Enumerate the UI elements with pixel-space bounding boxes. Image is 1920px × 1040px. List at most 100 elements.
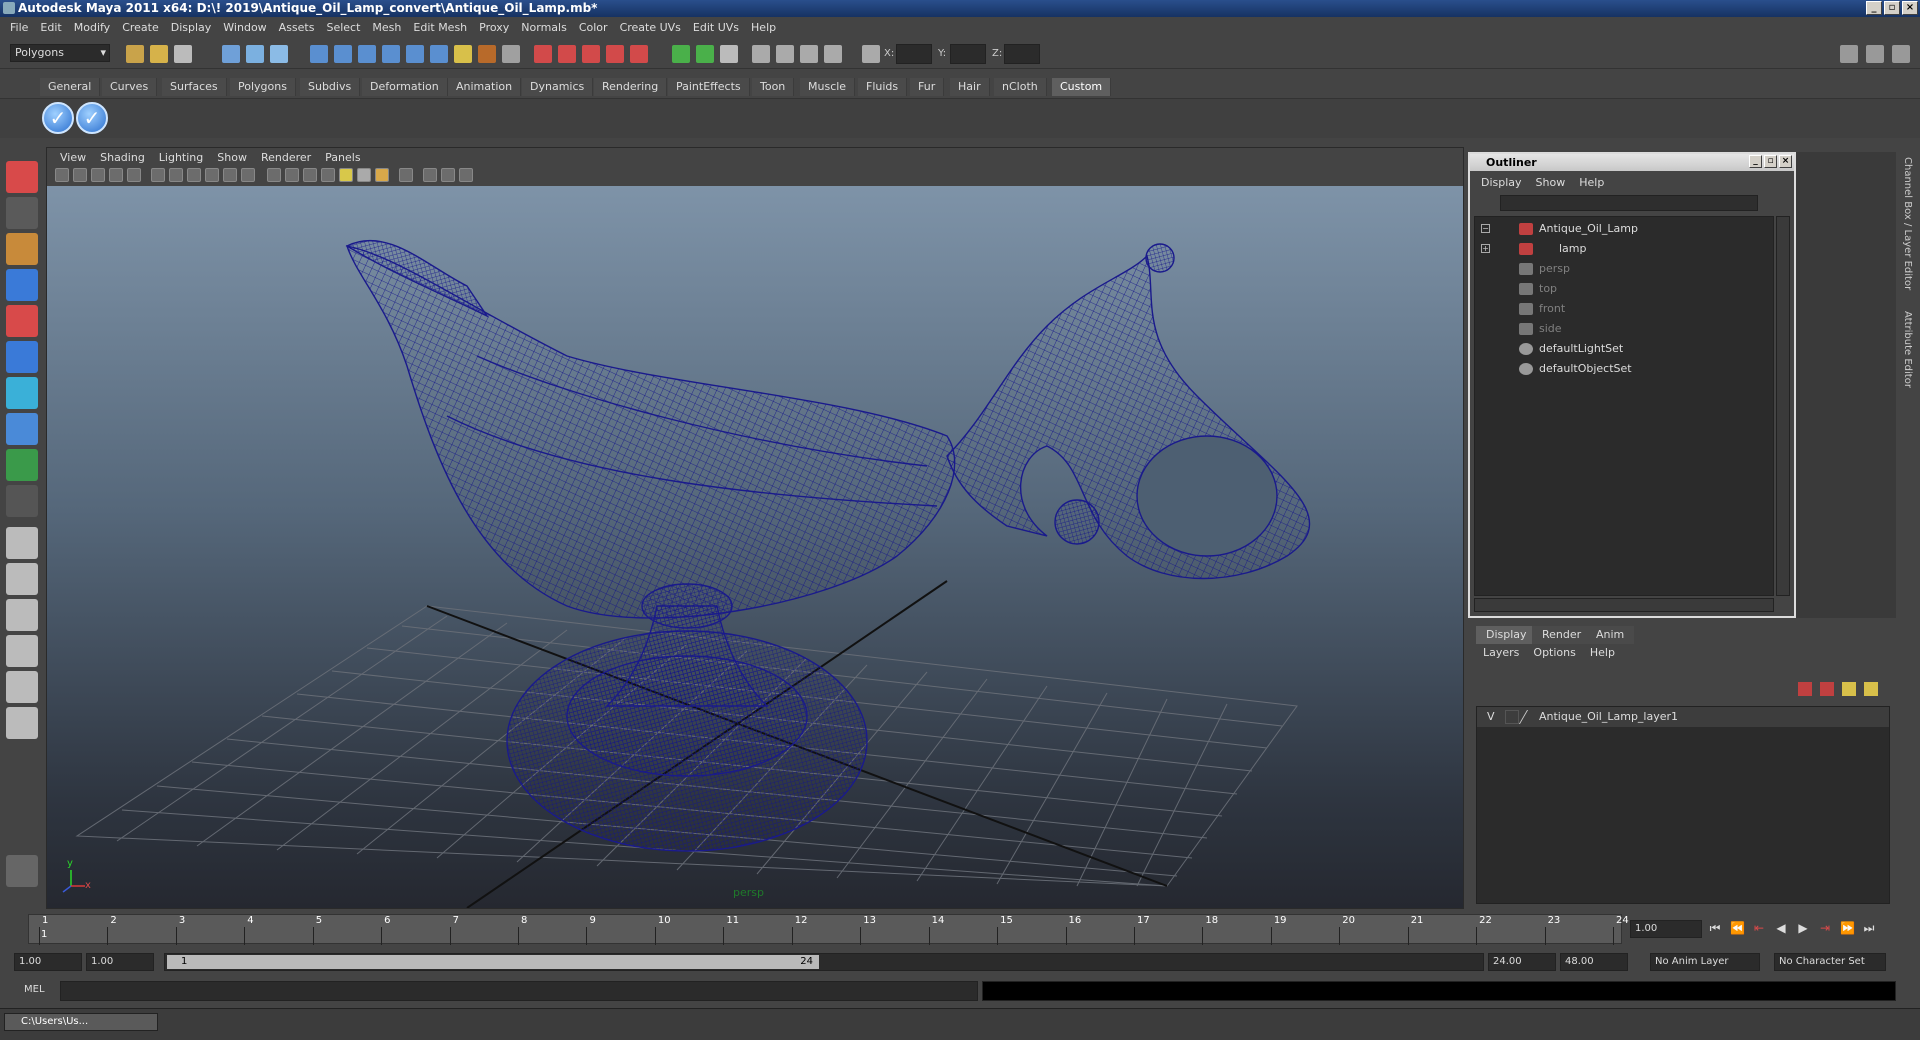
persp-outliner-layout-icon[interactable]: [6, 599, 38, 631]
character-set-dropdown[interactable]: No Character Set: [1774, 953, 1886, 971]
play-forwards-icon[interactable]: ▶: [1796, 921, 1810, 935]
range-bar[interactable]: 1 24: [164, 953, 1484, 971]
soft-mod-tool-icon[interactable]: [6, 413, 38, 445]
attribute-toggle-icon[interactable]: [1892, 45, 1910, 63]
absolute-transform-icon[interactable]: [862, 45, 880, 63]
bookmark-icon[interactable]: [91, 168, 105, 182]
outliner-item[interactable]: front: [1475, 299, 1773, 319]
layer-menu-help[interactable]: Help: [1583, 646, 1622, 659]
shelf-tab-polygons[interactable]: Polygons: [230, 78, 296, 96]
shelf-tab-curves[interactable]: Curves: [102, 78, 158, 96]
layer-move-down-icon[interactable]: [1864, 682, 1878, 696]
layout-toggle-icon[interactable]: [1840, 45, 1858, 63]
menu-normals[interactable]: Normals: [515, 21, 573, 34]
outliner-item[interactable]: defaultLightSet: [1475, 339, 1773, 359]
default-light-icon[interactable]: [339, 168, 353, 182]
select-camera-icon[interactable]: [55, 168, 69, 182]
step-forward-key-icon[interactable]: ⇥: [1818, 921, 1832, 935]
shelf-tab-general[interactable]: General: [40, 78, 101, 96]
outliner-item[interactable]: − Antique_Oil_Lamp: [1475, 219, 1773, 239]
close-button[interactable]: ×: [1902, 1, 1918, 15]
command-input[interactable]: [60, 981, 978, 1001]
z-field[interactable]: [1004, 44, 1040, 64]
depth-of-field-icon[interactable]: [375, 168, 389, 182]
animation-end-field[interactable]: 48.00: [1560, 953, 1628, 971]
outliner-menu-show[interactable]: Show: [1529, 176, 1573, 189]
shelf-tab-surfaces[interactable]: Surfaces: [162, 78, 227, 96]
play-backwards-icon[interactable]: ◀: [1774, 921, 1788, 935]
expand-toggle[interactable]: +: [1481, 244, 1490, 253]
image-plane-icon[interactable]: [109, 168, 123, 182]
select-by-hierarchy-icon[interactable]: [222, 45, 240, 63]
vp-menu-view[interactable]: View: [53, 151, 93, 164]
shelf-tab-fur[interactable]: Fur: [910, 78, 945, 96]
shaded-wire-icon[interactable]: [187, 168, 201, 182]
move-tool-icon[interactable]: [6, 269, 38, 301]
show-hide-icon[interactable]: [672, 45, 690, 63]
xform-icon[interactable]: [752, 45, 770, 63]
wireframe-icon[interactable]: [151, 168, 165, 182]
shelf-tab-animation[interactable]: Animation: [448, 78, 522, 96]
menu-display[interactable]: Display: [165, 21, 218, 34]
snap-view-plane-icon[interactable]: [382, 45, 400, 63]
menu-edit[interactable]: Edit: [34, 21, 67, 34]
menu-mesh[interactable]: Mesh: [366, 21, 407, 34]
outliner-titlebar[interactable]: Outliner _ ▫ ×: [1470, 154, 1794, 171]
shelf-tab-toon[interactable]: Toon: [752, 78, 795, 96]
show-manipulator-icon[interactable]: [6, 449, 38, 481]
dragon-icon[interactable]: [6, 855, 38, 887]
layer-tab-anim[interactable]: Anim: [1586, 626, 1635, 644]
step-back-frame-icon[interactable]: ⏪: [1730, 921, 1745, 935]
minimize-button[interactable]: _: [1866, 1, 1882, 15]
layer-row[interactable]: V Antique_Oil_Lamp_layer1: [1477, 707, 1889, 727]
menu-help[interactable]: Help: [745, 21, 782, 34]
vp-menu-lighting[interactable]: Lighting: [152, 151, 210, 164]
menu-proxy[interactable]: Proxy: [473, 21, 515, 34]
viewport-canvas[interactable]: y x persp: [47, 186, 1463, 908]
layer-menu-options[interactable]: Options: [1526, 646, 1582, 659]
layer-menu-layers[interactable]: Layers: [1476, 646, 1526, 659]
screen-space-ao-icon[interactable]: [303, 168, 317, 182]
outliner-filter-input[interactable]: [1500, 195, 1758, 211]
playback-end-field[interactable]: 24.00: [1488, 953, 1556, 971]
hypershade-icon[interactable]: [606, 45, 624, 63]
shelf-tab-fluids[interactable]: Fluids: [858, 78, 908, 96]
vp-menu-shading[interactable]: Shading: [93, 151, 152, 164]
outliner-item[interactable]: persp: [1475, 259, 1773, 279]
select-tool-icon[interactable]: [6, 161, 38, 193]
maximize-button[interactable]: ▫: [1884, 1, 1900, 15]
attribute-editor-side-tab[interactable]: Attribute Editor: [1902, 311, 1913, 388]
four-view-layout-icon[interactable]: [6, 563, 38, 595]
persp-graph-layout-icon[interactable]: [6, 635, 38, 667]
resolution-gate-icon[interactable]: [459, 168, 473, 182]
textures-toggle-icon[interactable]: [241, 168, 255, 182]
layer-tab-render[interactable]: Render: [1532, 626, 1592, 644]
render-settings-icon[interactable]: [582, 45, 600, 63]
tool-settings-icon[interactable]: [720, 45, 738, 63]
snap-curve-icon[interactable]: [334, 45, 352, 63]
paint-select-tool-icon[interactable]: [6, 233, 38, 265]
shelf-tab-muscle[interactable]: Muscle: [800, 78, 856, 96]
minimized-window-item[interactable]: C:\Users\Us...: [4, 1013, 158, 1031]
use-all-lights-icon[interactable]: [267, 168, 281, 182]
single-perspective-layout-icon[interactable]: [6, 527, 38, 559]
go-to-start-icon[interactable]: ⏮: [1708, 921, 1722, 935]
shelf-tab-dynamics[interactable]: Dynamics: [522, 78, 594, 96]
attribute-editor-toggle-icon[interactable]: [696, 45, 714, 63]
anim-layer-dropdown[interactable]: No Anim Layer: [1650, 953, 1760, 971]
history-icon[interactable]: [430, 45, 448, 63]
new-scene-icon[interactable]: [126, 45, 144, 63]
outliner-menu-display[interactable]: Display: [1474, 176, 1529, 189]
outliner-horizontal-scrollbar[interactable]: [1474, 598, 1774, 612]
shelf-tab-painteffects[interactable]: PaintEffects: [668, 78, 750, 96]
shelf-tab-subdivs[interactable]: Subdivs: [300, 78, 361, 96]
custom-check-button-1[interactable]: ✓: [42, 102, 74, 134]
playback-start-field[interactable]: 1.00: [86, 953, 154, 971]
menu-modify[interactable]: Modify: [68, 21, 116, 34]
grid-toggle-icon[interactable]: [776, 45, 794, 63]
new-layer-icon[interactable]: [1798, 682, 1812, 696]
motion-blur-icon[interactable]: [321, 168, 335, 182]
graph-outliner-layout-icon[interactable]: [6, 707, 38, 739]
lasso-tool-icon[interactable]: [6, 197, 38, 229]
layer-color-swatch[interactable]: [1518, 710, 1540, 724]
